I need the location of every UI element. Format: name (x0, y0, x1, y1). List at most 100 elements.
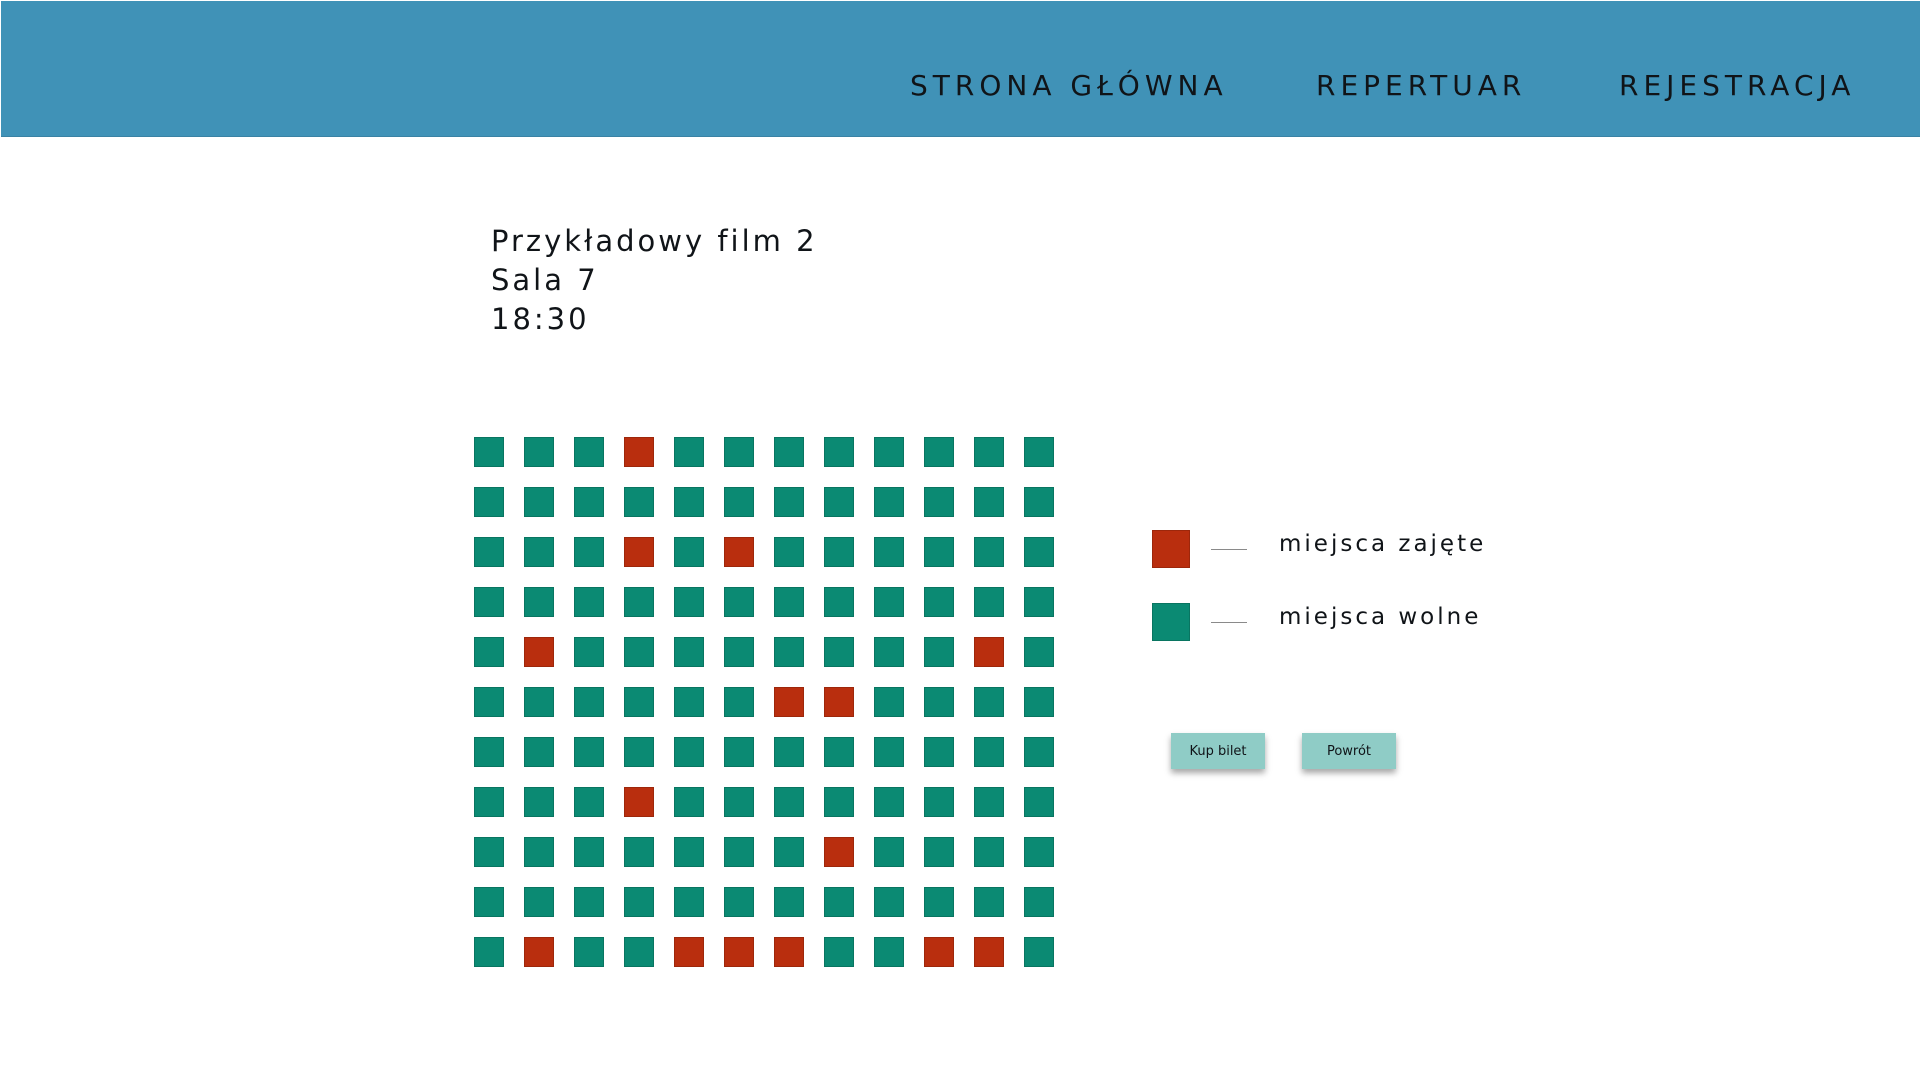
seat-free[interactable] (924, 587, 954, 617)
seat-free[interactable] (874, 437, 904, 467)
seat-free[interactable] (524, 787, 554, 817)
back-button[interactable]: Powrót (1302, 733, 1396, 769)
seat-free[interactable] (874, 587, 904, 617)
seat-free[interactable] (974, 737, 1004, 767)
seat-free[interactable] (874, 787, 904, 817)
seat-free[interactable] (624, 937, 654, 967)
seat-free[interactable] (1024, 587, 1054, 617)
seat-free[interactable] (1024, 437, 1054, 467)
seat-free[interactable] (474, 537, 504, 567)
seat-free[interactable] (474, 487, 504, 517)
seat-free[interactable] (824, 437, 854, 467)
seat-free[interactable] (874, 837, 904, 867)
seat-free[interactable] (824, 787, 854, 817)
seat-free[interactable] (474, 787, 504, 817)
seat-free[interactable] (574, 537, 604, 567)
seat-free[interactable] (674, 687, 704, 717)
seat-free[interactable] (974, 837, 1004, 867)
seat-free[interactable] (1024, 487, 1054, 517)
seat-free[interactable] (924, 437, 954, 467)
seat-free[interactable] (874, 537, 904, 567)
seat-free[interactable] (774, 737, 804, 767)
seat-free[interactable] (1024, 837, 1054, 867)
seat-free[interactable] (1024, 937, 1054, 967)
seat-free[interactable] (774, 887, 804, 917)
seat-free[interactable] (824, 587, 854, 617)
seat-free[interactable] (974, 437, 1004, 467)
seat-free[interactable] (474, 937, 504, 967)
seat-free[interactable] (974, 537, 1004, 567)
seat-free[interactable] (824, 887, 854, 917)
seat-free[interactable] (624, 687, 654, 717)
seat-free[interactable] (574, 837, 604, 867)
seat-free[interactable] (774, 837, 804, 867)
seat-free[interactable] (824, 537, 854, 567)
seat-free[interactable] (724, 687, 754, 717)
seat-free[interactable] (574, 487, 604, 517)
seat-free[interactable] (774, 537, 804, 567)
seat-free[interactable] (824, 737, 854, 767)
seat-free[interactable] (474, 687, 504, 717)
seat-free[interactable] (874, 487, 904, 517)
seat-free[interactable] (774, 587, 804, 617)
seat-free[interactable] (724, 837, 754, 867)
seat-free[interactable] (624, 637, 654, 667)
seat-free[interactable] (924, 887, 954, 917)
seat-free[interactable] (924, 687, 954, 717)
seat-free[interactable] (724, 487, 754, 517)
seat-free[interactable] (674, 537, 704, 567)
seat-free[interactable] (524, 687, 554, 717)
nav-registration-link[interactable]: REJESTRACJA (1619, 69, 1855, 102)
seat-free[interactable] (524, 737, 554, 767)
seat-free[interactable] (974, 787, 1004, 817)
seat-free[interactable] (624, 837, 654, 867)
seat-free[interactable] (574, 437, 604, 467)
seat-free[interactable] (924, 837, 954, 867)
seat-free[interactable] (774, 787, 804, 817)
seat-free[interactable] (574, 637, 604, 667)
seat-free[interactable] (724, 437, 754, 467)
seat-free[interactable] (974, 487, 1004, 517)
seat-free[interactable] (674, 587, 704, 617)
seat-free[interactable] (474, 887, 504, 917)
seat-free[interactable] (1024, 787, 1054, 817)
seat-free[interactable] (1024, 637, 1054, 667)
seat-free[interactable] (974, 887, 1004, 917)
seat-free[interactable] (724, 737, 754, 767)
seat-free[interactable] (1024, 887, 1054, 917)
seat-free[interactable] (624, 737, 654, 767)
seat-free[interactable] (574, 687, 604, 717)
seat-free[interactable] (524, 537, 554, 567)
seat-free[interactable] (574, 787, 604, 817)
seat-free[interactable] (974, 587, 1004, 617)
seat-free[interactable] (1024, 687, 1054, 717)
seat-free[interactable] (674, 787, 704, 817)
seat-free[interactable] (724, 637, 754, 667)
seat-free[interactable] (624, 587, 654, 617)
seat-free[interactable] (824, 637, 854, 667)
seat-free[interactable] (874, 687, 904, 717)
seat-free[interactable] (1024, 737, 1054, 767)
seat-free[interactable] (474, 837, 504, 867)
nav-repertoire-link[interactable]: REPERTUAR (1316, 69, 1526, 102)
seat-free[interactable] (674, 837, 704, 867)
seat-free[interactable] (1024, 537, 1054, 567)
seat-free[interactable] (874, 887, 904, 917)
seat-free[interactable] (474, 587, 504, 617)
seat-free[interactable] (924, 787, 954, 817)
seat-free[interactable] (874, 737, 904, 767)
seat-free[interactable] (724, 887, 754, 917)
nav-home-link[interactable]: STRONA GŁÓWNA (910, 69, 1228, 102)
seat-free[interactable] (724, 587, 754, 617)
seat-free[interactable] (624, 887, 654, 917)
seat-free[interactable] (574, 737, 604, 767)
seat-free[interactable] (474, 737, 504, 767)
seat-free[interactable] (824, 937, 854, 967)
seat-free[interactable] (474, 637, 504, 667)
seat-free[interactable] (674, 887, 704, 917)
seat-free[interactable] (524, 887, 554, 917)
seat-free[interactable] (724, 787, 754, 817)
buy-ticket-button[interactable]: Kup bilet (1171, 733, 1265, 769)
seat-free[interactable] (524, 437, 554, 467)
seat-free[interactable] (574, 937, 604, 967)
